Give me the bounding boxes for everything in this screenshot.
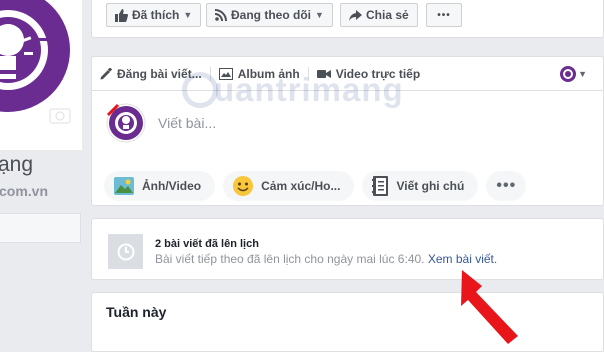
more-options-button[interactable]: ••• — [426, 3, 462, 27]
composer-actions: Ảnh/Video Cảm xúc/Ho... Viết ghi chú ••• — [104, 171, 527, 201]
scheduled-title: 2 bài viết đã lên lịch — [155, 238, 259, 250]
notebook-icon — [372, 176, 389, 196]
share-arrow-icon — [349, 9, 362, 21]
scheduled-description-text: Bài viết tiếp theo đã lên lịch cho ngày … — [155, 252, 425, 266]
ellipsis-icon: ••• — [437, 9, 451, 21]
write-note-label: Viết ghi chú — [396, 179, 465, 193]
share-button[interactable]: Chia sẻ — [340, 3, 418, 27]
chevron-down-icon: ▼ — [183, 10, 193, 20]
follow-button[interactable]: Đang theo dõi ▼ — [206, 3, 333, 27]
scheduled-posts-notice: 2 bài viết đã lên lịch Bài viết tiếp the… — [91, 218, 604, 280]
watermark-logo-icon — [182, 72, 218, 108]
left-nav-box[interactable] — [0, 213, 81, 243]
write-note-button[interactable]: Viết ghi chú — [362, 171, 479, 201]
post-input-placeholder[interactable]: Viết bài... — [158, 115, 216, 131]
thumbs-up-icon — [115, 8, 128, 22]
profile-picture[interactable] — [0, 0, 82, 150]
post-as-selector[interactable]: ▼ — [560, 66, 587, 82]
ellipsis-icon: ••• — [496, 177, 517, 194]
follow-label: Đang theo dõi — [231, 8, 311, 22]
composer-input-row[interactable]: Viết bài... — [106, 103, 216, 143]
view-posts-link[interactable]: Xem bài viết. — [428, 252, 497, 266]
watermark: uantrimang — [214, 71, 404, 108]
photo-video-label: Ảnh/Video — [142, 179, 202, 193]
page-avatar-icon — [560, 66, 577, 82]
chevron-down-icon: ▼ — [578, 69, 587, 79]
page-url[interactable]: com.vn — [0, 183, 48, 199]
photo-icon — [114, 177, 134, 195]
feeling-activity-label: Cảm xúc/Ho... — [261, 179, 341, 193]
chevron-down-icon: ▼ — [315, 10, 324, 20]
composer-avatar — [106, 103, 146, 143]
like-label: Đã thích — [132, 8, 180, 22]
like-button[interactable]: Đã thích ▼ — [106, 3, 202, 27]
feeling-activity-button[interactable]: Cảm xúc/Ho... — [223, 171, 355, 201]
this-week-section: Tuần này — [91, 292, 604, 352]
more-actions-button[interactable]: ••• — [486, 171, 527, 201]
share-label: Chia sẻ — [366, 8, 409, 22]
profile-column: ạng com.vn — [0, 0, 82, 345]
this-week-title: Tuần này — [106, 304, 167, 320]
page-name[interactable]: ạng — [0, 153, 33, 177]
profile-logo-icon — [0, 0, 82, 150]
scheduled-description: Bài viết tiếp theo đã lên lịch cho ngày … — [155, 252, 497, 266]
smiley-icon — [233, 176, 254, 196]
clock-icon — [108, 234, 143, 269]
photo-video-button[interactable]: Ảnh/Video — [104, 171, 216, 201]
page-action-bar: Đã thích ▼ Đang theo dõi ▼ Chia sẻ ••• — [91, 0, 604, 38]
pencil-icon — [100, 67, 112, 79]
rss-icon — [215, 9, 227, 21]
red-arrow-annotation-icon — [461, 270, 518, 344]
